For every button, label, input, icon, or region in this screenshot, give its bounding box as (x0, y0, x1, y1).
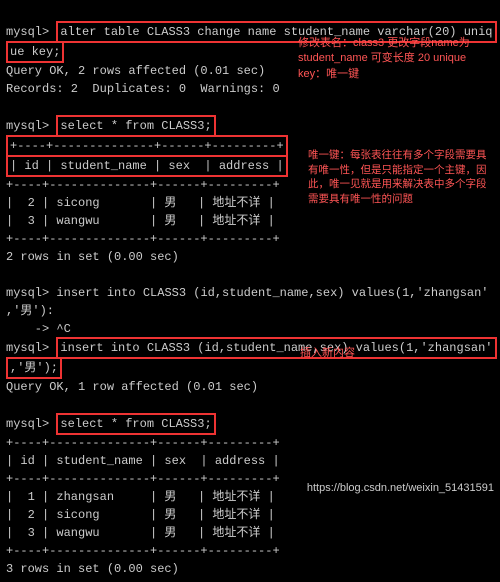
prompt: mysql> (6, 25, 49, 39)
query-result: 3 rows in set (0.00 sec) (6, 562, 179, 576)
table-row: | 3 | wangwu | 男 | 地址不详 | (6, 526, 275, 540)
insert-command-1: insert into CLASS3 (id,student_name,sex)… (56, 286, 488, 300)
select-command-1: select * from CLASS3; (56, 115, 215, 137)
query-result: 2 rows in set (0.00 sec) (6, 250, 179, 264)
annotation-unique-key: 唯一键：每张表往往有多个字段需要具有唯一性，但是只能指定一个主键，因此，唯一见就… (308, 148, 488, 207)
table-row: | 3 | wangwu | 男 | 地址不详 | (6, 214, 275, 228)
table-row: | 1 | zhangsan | 男 | 地址不详 | (6, 490, 275, 504)
query-records: Records: 2 Duplicates: 0 Warnings: 0 (6, 82, 280, 96)
insert-command-2-cont: ,'男'); (6, 357, 62, 379)
table-border: +----+--------------+------+---------+ (6, 135, 288, 157)
table-header: | id | student_name | sex | address | (6, 155, 288, 177)
table-border: +----+--------------+------+---------+ (6, 178, 280, 192)
table-border: +----+--------------+------+---------+ (6, 544, 280, 558)
table-row: | 2 | sicong | 男 | 地址不详 | (6, 196, 275, 210)
query-result: Query OK, 2 rows affected (0.01 sec) (6, 64, 265, 78)
table-row: | 2 | sicong | 男 | 地址不详 | (6, 508, 275, 522)
prompt: mysql> (6, 119, 49, 133)
table-border: +----+--------------+------+---------+ (6, 232, 280, 246)
insert-command-2: insert into CLASS3 (id,student_name,sex)… (56, 337, 496, 359)
watermark-text: https://blog.csdn.net/weixin_51431591 (307, 480, 494, 497)
annotation-insert: 插入新内容 (300, 346, 420, 361)
table-border: +----+--------------+------+---------+ (6, 472, 280, 486)
table-header: | id | student_name | sex | address | (6, 454, 280, 468)
insert-command-1-cont: ,'男'): (6, 304, 54, 318)
select-command-2: select * from CLASS3; (56, 413, 215, 435)
prompt: mysql> (6, 341, 49, 355)
query-result: Query OK, 1 row affected (0.01 sec) (6, 380, 258, 394)
prompt: mysql> (6, 286, 49, 300)
table-border: +----+--------------+------+---------+ (6, 436, 280, 450)
prompt: mysql> (6, 417, 49, 431)
annotation-alter: 修改表名：class3 更改字段name为student_name 可变长度 2… (298, 36, 488, 82)
cancel-input: -> ^C (6, 322, 71, 336)
alter-table-command-cont: ue key; (6, 41, 64, 63)
